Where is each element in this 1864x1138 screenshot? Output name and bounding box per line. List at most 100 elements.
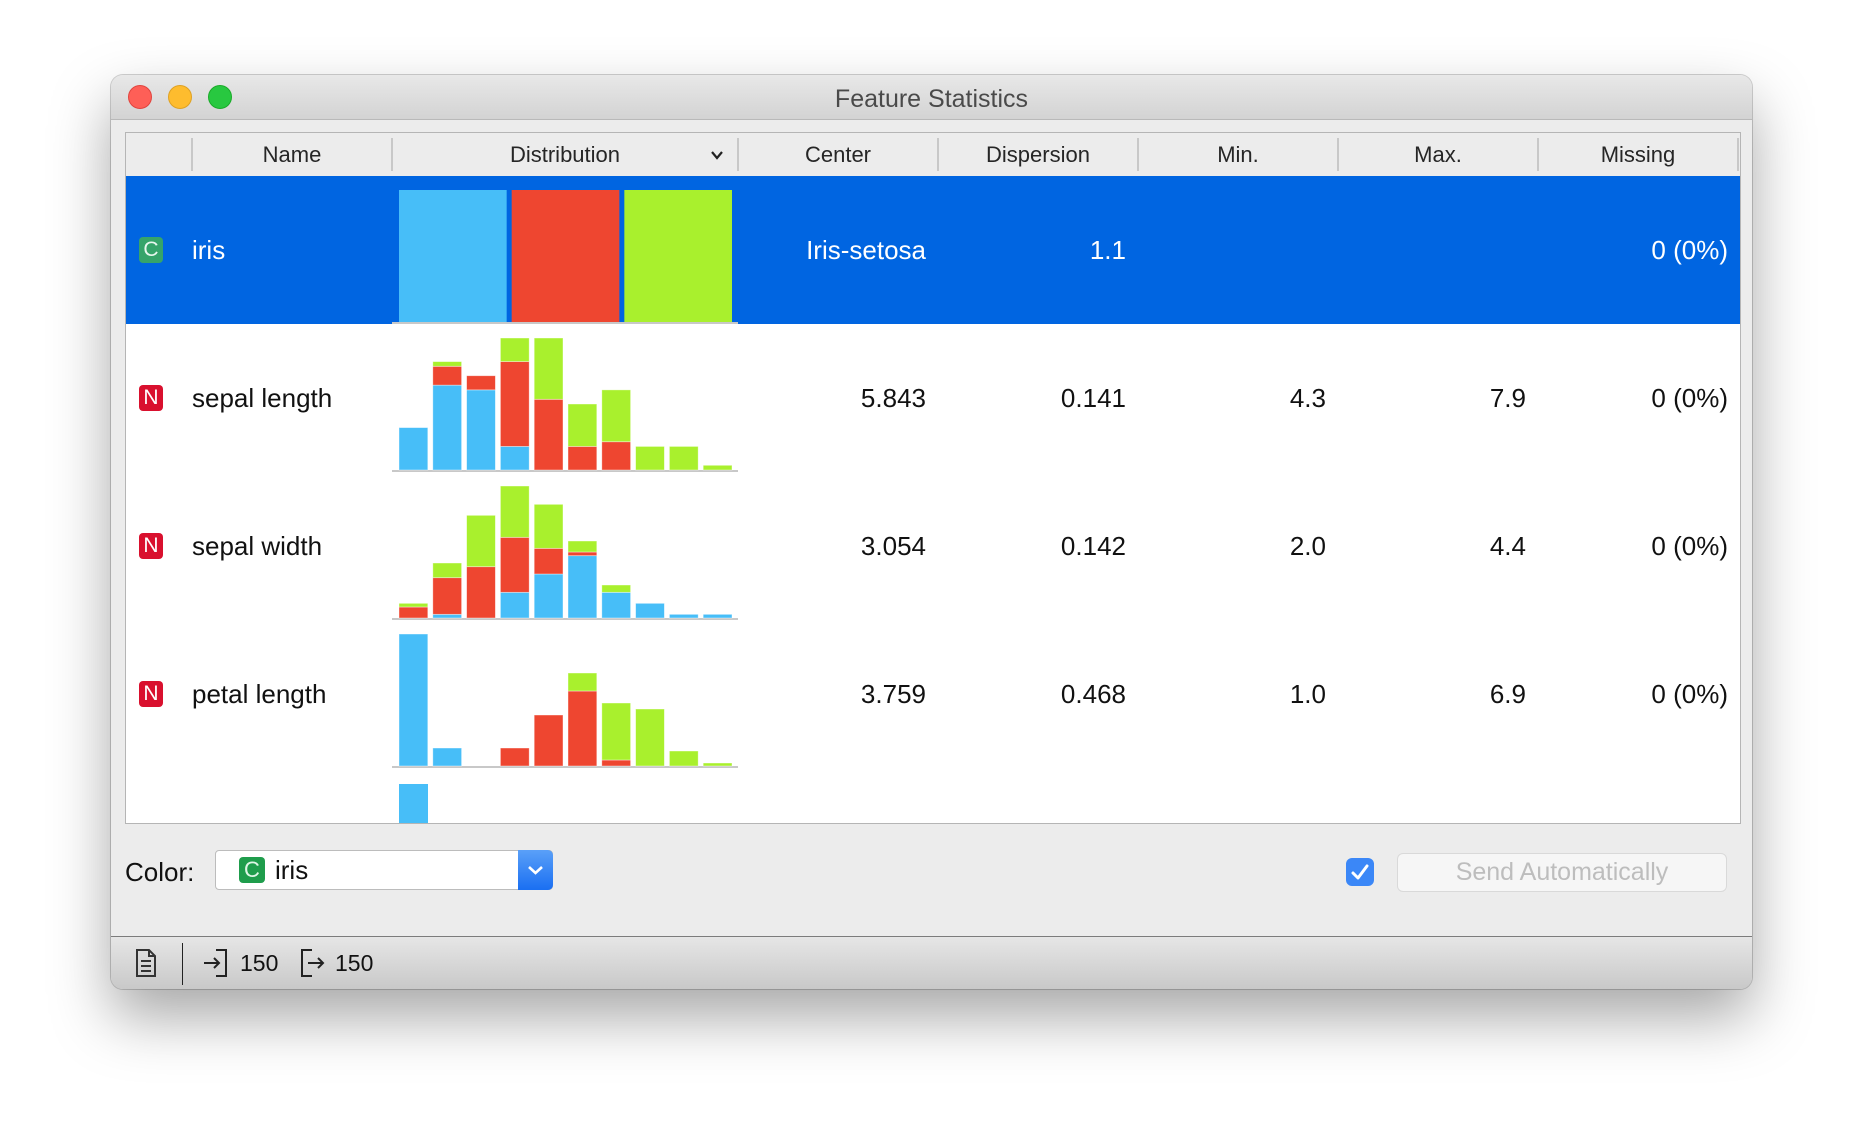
histogram-svg [392,337,738,472]
row-missing: 0 (0%) [1651,531,1728,561]
row-dispersion: 0.142 [1060,531,1126,561]
category-bar-iris-setosa [399,190,507,322]
color-combobox[interactable]: C iris [215,850,553,890]
histogram-bar-iris-virginica [601,702,632,761]
header-max[interactable]: Max. [1338,133,1538,176]
histogram-bar-iris-virginica [668,750,699,767]
histogram-bar-iris-setosa [432,384,462,471]
histogram-bar-iris-versicolor [500,747,530,767]
histogram-bar-partial [399,784,428,823]
row-missing: 0 (0%) [1651,679,1728,709]
distribution-chart [392,620,738,768]
histogram-bar-iris-versicolor [601,441,632,471]
input-data-icon [204,949,227,977]
combobox-dropdown-button[interactable] [518,850,553,890]
category-bar-iris-versicolor [511,190,620,322]
row-name: sepal width [192,531,323,561]
histogram-bar-iris-virginica [500,485,530,538]
histogram-bar-iris-versicolor [567,690,598,767]
table-row-partial[interactable] [126,768,1740,823]
histogram-bar-iris-setosa [466,389,496,471]
send-automatically-button[interactable]: Send Automatically [1397,853,1727,892]
histogram-bar-iris-setosa [398,427,429,471]
header-distribution-label: Distribution [509,142,621,167]
histogram-bar-iris-virginica [432,361,462,367]
histogram-bar-iris-setosa [398,633,429,767]
column-divider[interactable] [1737,138,1739,171]
color-label: Color: [125,857,195,887]
row-dispersion: 0.141 [1060,383,1126,413]
row-center: 3.054 [860,531,926,561]
status-bar: 150 150 [111,936,1752,989]
histogram-bar-iris-setosa [432,747,462,767]
histogram-bar-iris-versicolor [533,547,564,575]
table-row[interactable]: C iris Iris-setosa 1.1 0 (0%) [126,176,1740,324]
histogram-bar-iris-setosa [601,591,632,619]
row-max: 7.9 [1489,383,1526,413]
row-dispersion: 1.1 [1089,235,1126,265]
histogram-bar-iris-virginica [500,337,530,362]
row-max: 4.4 [1489,531,1526,561]
histogram-bar-iris-virginica [398,602,429,608]
header-icon-column[interactable] [126,133,192,176]
header-min[interactable]: Min. [1138,133,1338,176]
distribution-chart [392,324,738,472]
row-center: 3.759 [860,679,926,709]
histogram-bar-iris-versicolor [432,577,462,615]
table-header: Name Distribution Center Dispersion Min.… [126,133,1740,176]
row-missing: 0 (0%) [1651,235,1728,265]
input-count: 150 [240,950,279,976]
histogram-bar-iris-setosa [432,613,462,619]
numeric-variable-icon: N [139,385,163,411]
histogram-bar-iris-virginica [668,446,699,471]
histogram-bar-iris-versicolor [567,446,598,471]
header-dispersion[interactable]: Dispersion [938,133,1138,176]
window-title: Feature Statistics [834,85,1029,113]
histogram-bar-iris-setosa [567,555,598,619]
feature-table[interactable]: Name Distribution Center Dispersion Min.… [125,132,1741,824]
send-automatically-checkbox[interactable] [1346,858,1374,886]
categorical-variable-icon: C [139,237,163,263]
histogram-bar-iris-setosa [500,591,530,619]
histogram-bar-iris-versicolor [466,375,496,391]
histogram-bar-iris-virginica [466,514,496,568]
histogram-bar-iris-versicolor [567,551,598,557]
numeric-variable-icon: N [139,533,163,559]
histogram-bar-iris-virginica [702,464,733,471]
categorical-variable-icon: C [239,857,265,883]
checkmark-icon [1351,864,1369,880]
header-missing[interactable]: Missing [1538,133,1738,176]
histogram-svg [392,485,738,620]
row-min: 2.0 [1289,531,1326,561]
histogram-bar-iris-versicolor [398,606,429,619]
histogram-bar-iris-versicolor [432,365,462,386]
header-distribution[interactable]: Distribution [392,133,738,176]
histogram-bar-iris-virginica [601,584,632,593]
category-bar-iris-virginica [624,190,732,322]
title-bar: Feature Statistics [111,75,1752,120]
report-document-icon[interactable] [135,949,157,977]
row-name: sepal length [192,383,333,413]
color-combobox-value: iris [275,855,309,885]
histogram-bar-iris-versicolor [466,566,496,619]
histogram-bar-iris-versicolor [500,536,530,593]
output-count: 150 [335,950,374,976]
header-center[interactable]: Center [738,133,938,176]
histogram-svg [392,633,738,768]
row-min: 4.3 [1289,383,1326,413]
histogram-bar-iris-setosa [668,613,699,619]
histogram-bar-iris-virginica [567,672,598,692]
table-row[interactable]: N petal length 3.759 0.468 1.0 6.9 0 (0%… [126,620,1740,768]
table-row[interactable]: N sepal width 3.054 0.142 2.0 4.4 0 (0%) [126,472,1740,620]
feature-statistics-window: Feature Statistics Name Distribution Cen… [111,75,1752,989]
row-center: 5.843 [860,383,926,413]
histogram-bar-iris-versicolor [500,361,530,447]
histogram-bar-iris-virginica [533,337,564,400]
row-name: iris [192,235,226,265]
histogram-bar-iris-virginica [567,540,598,553]
chevron-down-icon[interactable] [710,148,724,162]
histogram-bar-iris-virginica [432,562,462,579]
table-row[interactable]: N sepal length 5.843 0.141 4.3 7.9 0 (0%… [126,324,1740,472]
header-name[interactable]: Name [192,133,392,176]
row-max [1338,176,1526,324]
